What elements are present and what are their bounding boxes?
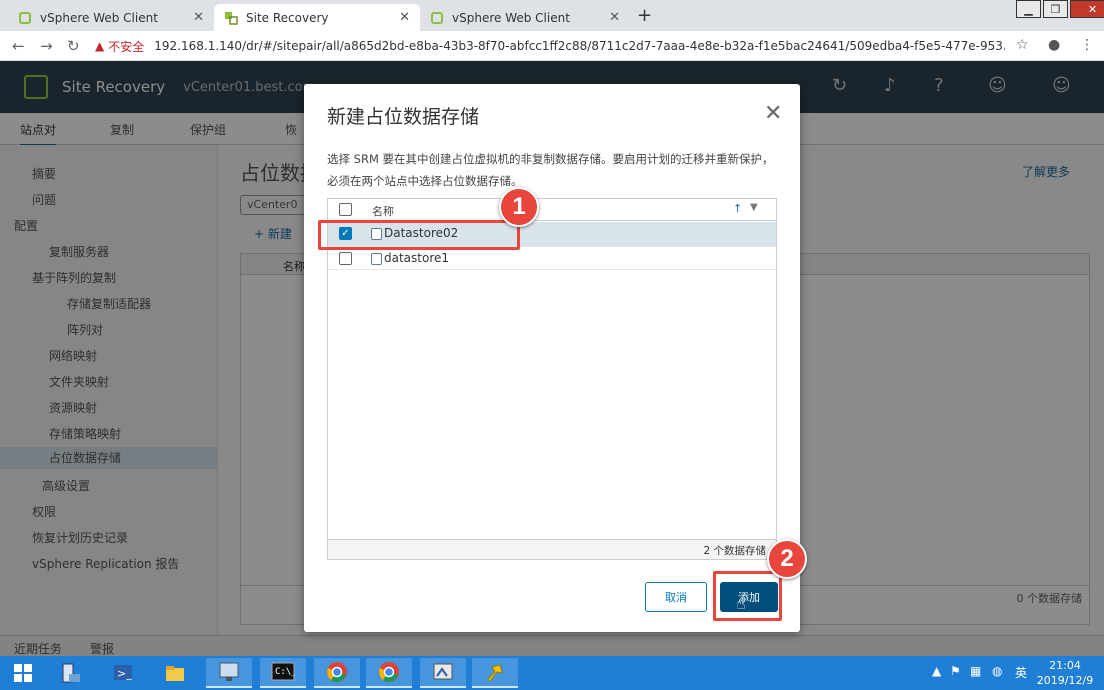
datastore-count: 2 个数据存储 [328, 539, 776, 559]
datastore-name: datastore1 [384, 251, 450, 265]
column-name[interactable]: 名称 [372, 203, 394, 219]
account-icon[interactable]: ● [1048, 37, 1060, 53]
browser-tab-vsphere-2[interactable]: vSphere Web Client ✕ [420, 4, 630, 31]
snipping-tool-icon[interactable] [420, 658, 466, 688]
chrome-icon[interactable] [314, 658, 360, 688]
tab-title: Site Recovery [246, 10, 329, 25]
menu-icon[interactable]: ⋮ [1080, 37, 1094, 53]
site-recovery-icon [224, 11, 238, 25]
forward-icon[interactable]: → [40, 37, 53, 55]
vsphere-icon [430, 11, 444, 25]
sort-ascending-icon[interactable]: ↑ [733, 202, 742, 215]
file-explorer-icon[interactable] [152, 658, 198, 688]
url-text: 192.168.1.140/dr/#/sitepair/all/a865d2bd… [154, 39, 1005, 53]
warning-icon: ▲ [95, 39, 105, 53]
browser-tab-vsphere-1[interactable]: vSphere Web Client ✕ [8, 4, 214, 31]
window-controls: ▁ ❐ ✕ [1014, 0, 1104, 20]
close-icon[interactable]: ✕ [193, 10, 204, 25]
tray-expand-icon[interactable]: ▲ [932, 664, 941, 678]
browser-tabstrip: vSphere Web Client ✕ Site Recovery ✕ vSp… [0, 0, 1104, 31]
svg-text:>_: >_ [117, 667, 132, 680]
clock-time: 21:04 [1049, 659, 1081, 672]
close-icon[interactable]: ✕ [399, 10, 410, 25]
tab-title: vSphere Web Client [40, 10, 158, 25]
tray-volume-icon[interactable]: ◍ [992, 664, 1002, 678]
chrome-icon[interactable] [366, 658, 412, 688]
highlight-box-1 [318, 220, 520, 250]
taskbar-clock[interactable]: 21:04 2019/12/9 [1034, 658, 1096, 688]
dialog-title: 新建占位数据存储 [327, 106, 480, 128]
network-app-icon[interactable] [206, 658, 252, 688]
tray-flag-icon[interactable]: ⚑ [950, 664, 961, 678]
dialog-description: 选择 SRM 要在其中创建占位虚拟机的非复制数据存储。要启用计划的迁移并重新保护… [327, 152, 774, 188]
highlight-box-2 [713, 571, 782, 621]
back-icon[interactable]: ← [12, 37, 25, 55]
restore-icon[interactable]: ❐ [1043, 0, 1068, 18]
new-placeholder-datastore-dialog: 新建占位数据存储 ✕ 选择 SRM 要在其中创建占位虚拟机的非复制数据存储。要启… [304, 84, 800, 632]
tray-network-icon[interactable]: ▦ [970, 664, 981, 678]
datastore-icon [371, 253, 382, 265]
new-tab-icon[interactable]: + [637, 5, 652, 26]
tab-title: vSphere Web Client [452, 10, 570, 25]
powershell-icon[interactable]: >_ [100, 658, 146, 688]
hand-cursor-icon: ☝ [736, 594, 746, 613]
select-all-checkbox[interactable] [339, 203, 352, 216]
cmd-icon[interactable]: C:\_ [260, 658, 306, 688]
bookmark-star-icon[interactable]: ☆ [1016, 37, 1029, 53]
svg-text:C:\_: C:\_ [275, 667, 295, 677]
start-icon[interactable] [0, 658, 46, 688]
close-icon[interactable]: ✕ [764, 103, 782, 125]
url-field[interactable]: ▲ 不安全 192.168.1.140/dr/#/sitepair/all/a8… [95, 34, 1005, 58]
datastore-grid-header: 名称 ↑ ▼ [328, 199, 776, 221]
reload-icon[interactable]: ↻ [67, 37, 80, 55]
callout-badge-2: 2 [767, 539, 807, 579]
server-manager-icon[interactable] [48, 658, 94, 688]
taskbar: >_ C:\_ ▲ ⚑ ▦ ◍ 英 21:04 2019/12/9 [0, 656, 1104, 690]
minimize-icon[interactable]: ▁ [1016, 0, 1041, 18]
browser-tab-site-recovery[interactable]: Site Recovery ✕ [214, 4, 420, 31]
cancel-button[interactable]: 取消 [645, 582, 707, 612]
filter-icon[interactable]: ▼ [750, 202, 758, 213]
insecure-label: 不安全 [108, 39, 145, 54]
window-close-icon[interactable]: ✕ [1070, 0, 1104, 18]
address-bar: ← → ↻ ▲ 不安全 192.168.1.140/dr/#/sitepair/… [0, 31, 1104, 61]
pin-app-icon[interactable] [472, 658, 518, 688]
vsphere-icon [18, 11, 32, 25]
input-language[interactable]: 英 [1015, 664, 1027, 681]
row-checkbox[interactable] [339, 252, 352, 265]
datastore-grid: 名称 ↑ ▼ ✓ Datastore02 datastore1 2 个数据存储 [327, 198, 777, 560]
callout-badge-1: 1 [499, 187, 539, 227]
clock-date: 2019/12/9 [1036, 674, 1094, 687]
close-icon[interactable]: ✕ [609, 10, 620, 25]
